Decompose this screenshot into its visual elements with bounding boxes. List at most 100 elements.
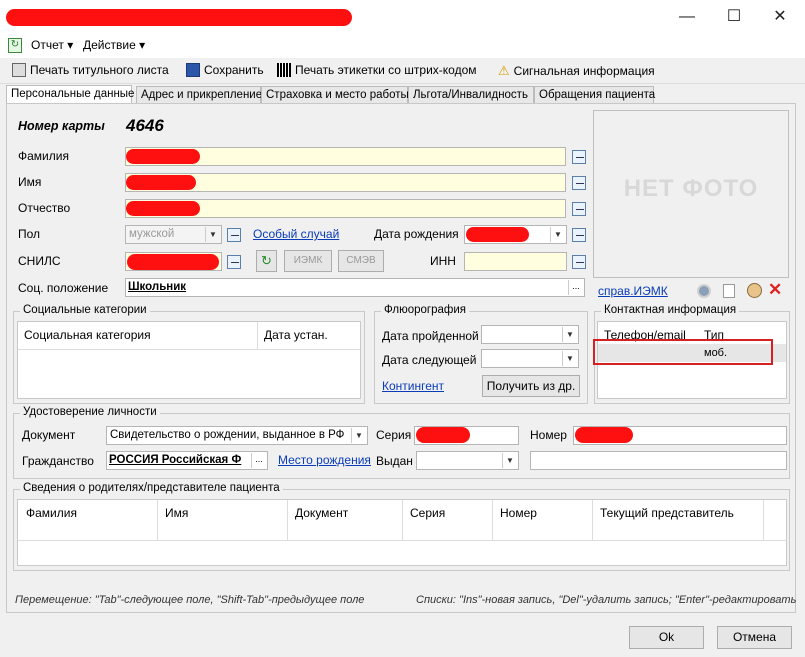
sex-select[interactable]: мужской ▼ [125,225,222,244]
webcam-icon[interactable] [697,284,711,298]
fluorography-title: Флюорография [381,304,469,316]
izmk-button[interactable]: ИЭМК [284,250,332,272]
chevron-down-icon: ▼ [562,351,577,366]
sex-label: Пол [18,227,41,241]
delete-photo-icon[interactable]: ✕ [768,281,782,298]
floppy-disk-icon [186,63,200,77]
chevron-down-icon: ▼ [351,428,366,443]
contacts-title: Контактная информация [601,304,740,316]
contingent-link[interactable]: Контингент [382,379,444,393]
birth-date-edit-icon[interactable] [572,228,586,242]
name-redacted [126,175,196,190]
inn-field[interactable] [464,252,567,271]
document-select[interactable]: Свидетельство о рождении, выданное в РФ … [106,426,368,445]
citizenship-field[interactable]: РОССИЯ Российская Ф ... [106,451,268,470]
menu-action[interactable]: Действие ▾ [83,38,145,52]
col-social-category: Социальная категория [24,328,151,342]
col-divider [592,500,593,540]
card-number-label: Номер карты [18,119,105,133]
printer-icon [12,63,26,77]
save-button[interactable]: Сохранить [186,63,264,77]
number-label: Номер [530,428,567,442]
col-divider [763,500,764,540]
number-redacted [575,427,633,443]
minimize-button[interactable]: — [672,6,702,28]
tab-benefits[interactable]: Льгота/Инвалидность [408,86,534,103]
col-series: Серия [410,506,446,520]
parents-title: Сведения о родителях/представителе пацие… [20,482,283,494]
col-name: Имя [165,506,189,520]
patronymic-edit-icon[interactable] [572,202,586,216]
issued-label: Выдан [376,454,413,468]
col-date-set: Дата устан. [264,328,328,342]
barcode-icon [277,63,291,77]
menu-bar: ↻ Отчет ▾ Действие ▾ [0,34,805,58]
passed-date-label: Дата пройденной [382,329,479,343]
palette-icon[interactable] [747,283,762,298]
social-status-value: Школьник [128,281,187,293]
tab-insurance[interactable]: Страховка и место работы [261,86,409,103]
chevron-down-icon: ▼ [562,327,577,342]
social-categories-grid[interactable]: Социальная категория Дата устан. [17,321,361,399]
social-categories-title: Социальные категории [20,304,150,316]
inn-edit-icon[interactable] [572,255,586,269]
grid-row-border [18,540,786,541]
refresh-snils-button[interactable]: ↻ [256,250,277,272]
parents-grid[interactable]: Фамилия Имя Документ Серия Номер Текущий… [17,499,787,566]
issued-select[interactable]: ▼ [416,451,519,470]
document-value: Свидетельство о рождении, выданное в РФ [110,429,345,441]
tab-visits[interactable]: Обращения пациента [534,86,655,103]
col-divider [257,322,258,349]
cancel-button[interactable]: Отмена [717,626,792,649]
col-number: Номер [500,506,537,520]
load-photo-icon[interactable] [723,284,735,298]
patronymic-redacted [126,201,200,216]
issued-by-field[interactable] [530,451,787,470]
chevron-down-icon: ▼ [205,227,220,242]
print-title-button[interactable]: Печать титульного листа [12,63,169,77]
refresh-icon[interactable]: ↻ [8,38,22,53]
sex-edit-icon[interactable] [227,228,241,242]
maximize-button[interactable]: ☐ [719,6,749,28]
snils-edit-icon[interactable] [227,255,241,269]
passed-date-field[interactable]: ▼ [481,325,579,344]
col-current-representative: Текущий представитель [600,506,734,520]
col-surname: Фамилия [26,506,77,520]
special-case-link[interactable]: Особый случай [253,227,339,241]
ellipsis-button[interactable]: ... [568,280,583,295]
col-divider [492,500,493,540]
close-button[interactable]: ✕ [765,6,795,28]
col-divider [157,500,158,540]
signal-info-button[interactable]: ⚠ Сигнальная информация [498,63,655,79]
highlight-box [593,339,773,365]
smev-button[interactable]: СМЭВ [338,250,384,272]
birth-date-label: Дата рождения [374,227,459,241]
print-title-label: Печать титульного листа [30,63,169,77]
list-hint: Списки: "Ins"-новая запись, "Del"-удалит… [416,594,797,606]
calendar-dropdown-icon[interactable]: ▼ [550,227,565,242]
snils-label: СНИЛС [18,254,61,268]
surname-edit-icon[interactable] [572,150,586,164]
ok-button[interactable]: Ok [629,626,704,649]
name-edit-icon[interactable] [572,176,586,190]
inn-label: ИНН [430,254,456,268]
title-bar: — ☐ ✕ [0,0,805,34]
series-label: Серия [376,428,412,442]
snils-redacted [127,254,219,270]
print-barcode-label: Печать этикетки со штрих-кодом [295,63,477,77]
get-from-other-button[interactable]: Получить из др. [482,375,580,397]
social-status-field[interactable]: Школьник ... [125,278,585,297]
col-divider [402,500,403,540]
warning-icon: ⚠ [498,63,510,78]
surname-redacted [126,149,200,164]
birthplace-link[interactable]: Место рождения [278,453,371,467]
ellipsis-button[interactable]: ... [251,453,266,468]
izmk-reference-link[interactable]: справ.ИЭМК [598,284,668,298]
menu-report[interactable]: Отчет ▾ [31,38,73,52]
tab-address[interactable]: Адрес и прикрепление [136,86,262,103]
grid-header-border [18,349,360,350]
print-barcode-button[interactable]: Печать этикетки со штрих-кодом [277,63,477,77]
next-date-field[interactable]: ▼ [481,349,579,368]
tab-personal[interactable]: Персональные данные [6,85,134,103]
window-title-redacted [6,9,352,26]
